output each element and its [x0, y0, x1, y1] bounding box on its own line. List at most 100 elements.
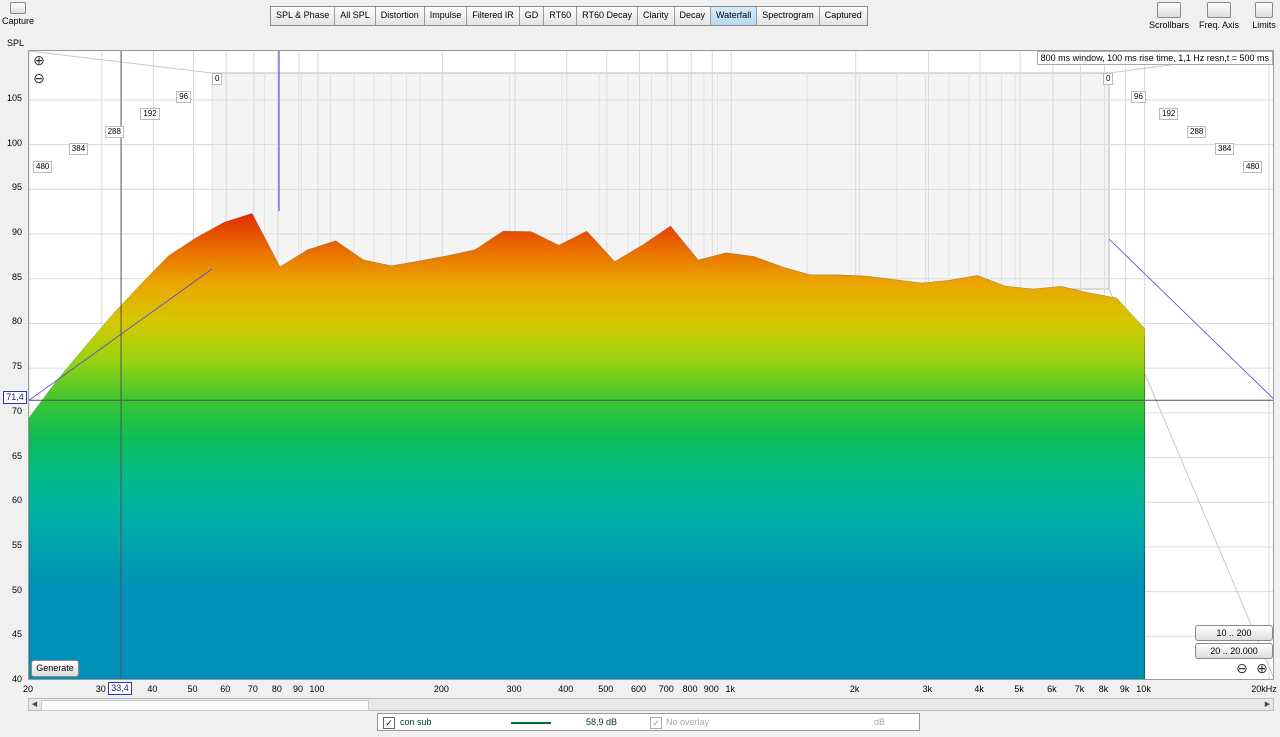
- toolbar: Capture SPL & Phase All SPL Distortion Impu…: [0, 0, 1280, 50]
- tab-impulse[interactable]: Impulse: [424, 7, 468, 25]
- x-tick-label: 1k: [725, 684, 735, 694]
- time-label-left: 0: [212, 73, 223, 85]
- scrollbars-button[interactable]: Scrollbars: [1146, 0, 1192, 30]
- freq-axis-label: Freq. Axis: [1198, 20, 1239, 30]
- limits-icon: [1255, 2, 1273, 18]
- y-tick-label: 95: [11, 182, 22, 193]
- measurement-line-swatch: [511, 722, 551, 724]
- x-tick-label: 6k: [1047, 684, 1057, 694]
- measurement-value: 58,9 dB: [586, 717, 618, 727]
- measurement-name: con sub: [400, 717, 432, 727]
- time-label-left: 96: [176, 90, 192, 103]
- time-label-right: 480: [1243, 161, 1263, 173]
- scrollbars-icon: [1157, 2, 1181, 18]
- tab-rt60-decay[interactable]: RT60 Decay: [577, 7, 638, 25]
- time-label-left: 288: [104, 125, 124, 138]
- cursor-x-readout: 33,4: [108, 682, 132, 695]
- x-tick-label: 600: [631, 684, 647, 694]
- x-tick-label: 5k: [1014, 684, 1024, 694]
- x-tick-label: 800: [682, 684, 698, 694]
- x-tick-label: 400: [558, 684, 574, 694]
- perspective-edge-tl: [29, 51, 213, 74]
- freq-axis-button[interactable]: Freq. Axis: [1196, 0, 1242, 30]
- limits-label: Limits: [1252, 20, 1276, 30]
- x-tick-label: 60: [220, 684, 231, 694]
- overlay-checkbox[interactable]: ✓: [650, 717, 662, 729]
- camera-icon: [10, 2, 26, 14]
- x-tick-label: 8k: [1098, 684, 1109, 694]
- zoom-in-icon[interactable]: ⊕: [32, 53, 46, 67]
- analysis-info: 800 ms window, 100 ms rise time, 1,1 Hz …: [1036, 51, 1273, 65]
- y-axis-title: SPL: [7, 38, 25, 48]
- zoom-out-x-icon[interactable]: ⊖: [1235, 661, 1249, 675]
- tab-filtered-ir[interactable]: Filtered IR: [467, 7, 520, 25]
- time-label-right: 0: [1103, 73, 1114, 85]
- capture-label: Capture: [1, 16, 35, 26]
- graph-tabs: SPL & Phase All SPL Distortion Impulse Filte…: [270, 6, 868, 26]
- y-tick-label: 75: [11, 361, 22, 372]
- tab-spl-phase[interactable]: SPL & Phase: [271, 7, 336, 25]
- x-tick-label: 20: [22, 684, 34, 694]
- y-tick-label: 60: [11, 495, 22, 506]
- y-tick-label: 45: [11, 629, 22, 640]
- capture-button[interactable]: Capture: [0, 0, 36, 26]
- tab-distortion[interactable]: Distortion: [375, 7, 425, 25]
- limits-button[interactable]: Limits: [1248, 0, 1280, 30]
- time-label-right: 192: [1159, 108, 1179, 121]
- overlay-label: No overlay: [666, 717, 710, 727]
- x-tick-label: 50: [187, 684, 198, 694]
- x-tick-label: 80: [271, 684, 282, 694]
- y-tick-label: 70: [11, 405, 22, 416]
- y-tick-label: 40: [11, 674, 22, 684]
- x-tick-label: 40: [147, 684, 158, 694]
- x-tick-label: 7k: [1074, 684, 1085, 694]
- scroll-right-icon[interactable]: ▶: [1262, 699, 1273, 710]
- time-label-right: 288: [1187, 125, 1207, 138]
- range-10-200-button[interactable]: 10 .. 200: [1195, 625, 1273, 641]
- x-tick-label: 20kHz: [1251, 684, 1277, 694]
- tab-waterfall[interactable]: Waterfall: [711, 7, 758, 25]
- zoom-out-icon[interactable]: ⊖: [32, 71, 46, 85]
- scroll-left-icon[interactable]: ◀: [29, 699, 40, 710]
- tab-decay[interactable]: Decay: [674, 7, 712, 25]
- x-tick-label: 3k: [922, 684, 933, 694]
- x-tick-label: 700: [658, 684, 674, 694]
- measurement-checkbox[interactable]: ✓: [383, 717, 395, 729]
- tab-clarity[interactable]: Clarity: [637, 7, 675, 25]
- time-label-right: 384: [1215, 143, 1235, 156]
- scroll-thumb[interactable]: [41, 700, 369, 711]
- zoom-in-x-icon[interactable]: ⊕: [1255, 661, 1269, 675]
- x-tick-label: 70: [247, 684, 258, 694]
- y-tick-label: 85: [11, 271, 22, 282]
- x-tick-label: 30: [95, 684, 106, 694]
- x-tick-label: 500: [598, 684, 614, 694]
- y-tick-label: 90: [11, 227, 22, 238]
- generate-button[interactable]: Generate: [31, 660, 79, 677]
- time-label-left: 192: [140, 108, 160, 121]
- scrollbars-label: Scrollbars: [1148, 20, 1189, 30]
- x-tick-label: 9k: [1119, 684, 1130, 694]
- y-tick-label: 65: [11, 450, 22, 461]
- waterfall-chart: [29, 51, 1273, 679]
- waterfall-plot[interactable]: 800 ms window, 100 ms rise time, 1,1 Hz …: [28, 50, 1274, 680]
- x-tick-label: 900: [703, 684, 719, 694]
- x-tick-label: 200: [433, 684, 449, 694]
- range-20-20000-button[interactable]: 20 .. 20.000: [1195, 643, 1273, 659]
- x-tick-label: 4k: [974, 684, 984, 694]
- x-tick-label: 100: [309, 684, 325, 694]
- time-label-left: 480: [33, 161, 53, 173]
- tab-rt60[interactable]: RT60: [544, 7, 578, 25]
- tab-all-spl[interactable]: All SPL: [335, 7, 376, 25]
- tab-spectrogram[interactable]: Spectrogram: [757, 7, 820, 25]
- time-label-right: 96: [1131, 90, 1146, 103]
- freq-axis-icon: [1207, 2, 1231, 18]
- overlay-unit: dB: [874, 717, 886, 727]
- tab-captured[interactable]: Captured: [819, 7, 867, 25]
- tab-gd[interactable]: GD: [519, 7, 545, 25]
- legend-bar: ✓ con sub 58,9 dB ✓ No overlay dB: [377, 713, 920, 731]
- x-tick-label: 90: [292, 684, 303, 694]
- horizontal-scrollbar[interactable]: ◀ ▶: [28, 698, 1274, 711]
- x-tick-label: 10k: [1136, 684, 1151, 694]
- cursor-y-readout: 71,4: [3, 391, 27, 404]
- y-tick-label: 105: [6, 92, 22, 103]
